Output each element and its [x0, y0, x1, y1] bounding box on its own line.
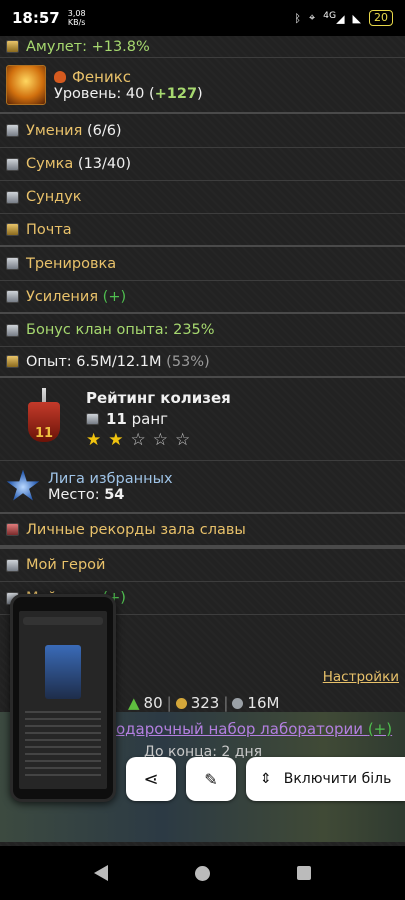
boosts-label: Усиления	[26, 288, 99, 305]
hall-of-fame-row[interactable]: Личные рекорды зала славы	[0, 514, 405, 549]
rank-number: 11	[106, 409, 127, 428]
hall-of-fame-icon	[6, 523, 19, 536]
status-time: 18:57	[12, 9, 60, 27]
expand-arrows-icon: ⇕	[260, 771, 272, 787]
boosts-plus: (+)	[102, 288, 127, 305]
league-star-icon	[6, 469, 40, 501]
pet-row[interactable]: Феникс Уровень: 40 (+127)	[0, 58, 405, 114]
enable-capture-label: Включити біль	[283, 771, 392, 787]
flame-icon	[54, 71, 66, 83]
chest-icon	[6, 190, 19, 204]
clan-bonus-label: Бонус клан опыта: 235%	[26, 322, 215, 338]
wifi-icon: ◣	[352, 11, 361, 25]
rank-stars: ★ ★ ☆ ☆ ☆	[86, 430, 231, 450]
edit-button[interactable]: ✎	[186, 757, 236, 801]
clan-bonus-row: Бонус клан опыта: 235%	[0, 314, 405, 347]
league-title: Лига избранных	[48, 470, 173, 487]
level-up-arrow-icon: ▲	[128, 694, 140, 712]
colosseum-badge-number: 11	[34, 426, 54, 441]
league-place: Место: 54	[48, 486, 125, 503]
gold-value: 323	[190, 694, 220, 712]
network-speed: 3,08 KB/s	[67, 9, 86, 27]
battery-icon: 20	[369, 10, 393, 26]
phoenix-image	[6, 65, 46, 105]
skills-count: (6/6)	[86, 122, 122, 139]
experience-percent: (53%)	[166, 353, 210, 370]
resources-bar: ▲ 80 | 323 | 16M	[128, 694, 280, 712]
star-empty-icon: ☆	[130, 429, 146, 450]
experience-label: Опыт: 6.5M/12.1M	[26, 353, 162, 370]
screenshot-thumbnail[interactable]	[10, 594, 116, 802]
skills-row[interactable]: Умения (6/6)	[0, 114, 405, 148]
mail-row[interactable]: Почта	[0, 214, 405, 247]
boosts-icon	[6, 290, 19, 303]
skills-label: Умения	[26, 122, 83, 139]
league-row[interactable]: Лига избранных Место: 54	[0, 461, 405, 514]
settings-link[interactable]: Настройки	[323, 669, 399, 685]
share-button[interactable]: ⋖	[126, 757, 176, 801]
bluetooth-icon: ᛒ	[294, 11, 301, 25]
colosseum-badge: 11	[24, 388, 64, 450]
colosseum-rank: 11 ранг	[86, 410, 231, 428]
level-value: 80	[143, 694, 163, 712]
bag-count: (13/40)	[77, 156, 132, 172]
chest-label: Сундук	[26, 189, 82, 205]
mail-icon	[6, 223, 19, 236]
share-icon: ⋖	[143, 768, 159, 790]
clan-bonus-icon	[6, 323, 19, 337]
thumbnail-preview	[19, 611, 107, 789]
silver-coin-icon	[232, 697, 244, 709]
pet-level: Уровень: 40 (+127)	[54, 86, 203, 102]
amulet-icon	[6, 40, 19, 53]
training-label: Тренировка	[26, 255, 117, 272]
home-icon[interactable]	[194, 865, 210, 881]
hero-icon	[6, 558, 19, 572]
experience-row: Опыт: 6.5M/12.1M (53%)	[0, 347, 405, 378]
pencil-icon: ✎	[204, 769, 218, 789]
my-hero-row[interactable]: Мой герой	[0, 549, 405, 582]
offer-link[interactable]: одарочный набор лаборатории (+)	[116, 720, 392, 738]
status-icons: ᛒ ⌖ 4G◢ ◣ 20	[294, 10, 393, 26]
location-icon: ⌖	[308, 11, 316, 24]
my-hero-label: Мой герой	[26, 557, 106, 573]
gold-coin-icon	[175, 697, 187, 709]
recent-apps-icon[interactable]	[297, 866, 312, 880]
bag-row[interactable]: Сумка (13/40)	[0, 148, 405, 181]
pet-name: Феникс	[72, 68, 132, 86]
amulet-label: Амулет: +13.8%	[26, 38, 150, 55]
colosseum-row[interactable]: 11 Рейтинг колизея 11 ранг ★ ★ ☆ ☆ ☆	[0, 378, 405, 461]
hall-of-fame-label: Личные рекорды зала славы	[26, 521, 246, 538]
star-empty-icon: ☆	[175, 429, 191, 450]
experience-icon	[6, 355, 19, 368]
thumbnail-hero-image	[45, 645, 81, 699]
pet-name-line: Феникс	[54, 68, 203, 86]
enable-capture-button[interactable]: ⇕ Включити біль	[246, 757, 405, 801]
rank-word: ранг	[131, 409, 169, 428]
silver-value: 16M	[247, 694, 280, 712]
boosts-row[interactable]: Усиления (+)	[0, 281, 405, 314]
star-filled-icon: ★	[86, 429, 102, 450]
training-row[interactable]: Тренировка	[0, 247, 405, 281]
rank-icon	[86, 412, 99, 425]
bag-icon	[6, 157, 19, 171]
colosseum-title: Рейтинг колизея	[86, 388, 231, 407]
skills-icon	[6, 124, 19, 137]
navigation-bar	[0, 846, 405, 900]
star-empty-icon: ☆	[152, 429, 168, 450]
status-bar: 18:57 3,08 KB/s ᛒ ⌖ 4G◢ ◣ 20	[0, 0, 405, 36]
star-filled-icon: ★	[108, 429, 124, 450]
back-icon[interactable]	[93, 865, 108, 881]
mail-label: Почта	[26, 221, 72, 238]
bag-label: Сумка	[26, 156, 74, 172]
training-icon	[6, 257, 19, 270]
signal-icon: 4G◢	[323, 10, 345, 26]
amulet-row[interactable]: Амулет: +13.8%	[0, 36, 405, 58]
chest-row[interactable]: Сундук	[0, 181, 405, 214]
